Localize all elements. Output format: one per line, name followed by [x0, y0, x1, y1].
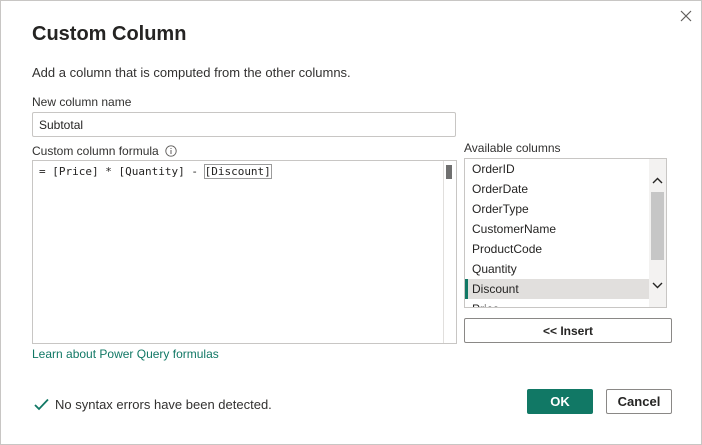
checkmark-icon: [34, 398, 49, 411]
formula-label-row: Custom column formula: [32, 144, 177, 160]
columns-scroll-thumb[interactable]: [651, 192, 664, 260]
info-icon[interactable]: [165, 145, 177, 160]
available-columns-list[interactable]: OrderID OrderDate OrderType CustomerName…: [464, 158, 667, 308]
insert-button[interactable]: << Insert: [464, 318, 672, 343]
column-item-ordertype[interactable]: OrderType: [465, 199, 649, 219]
close-icon: [680, 10, 692, 22]
new-column-name-input[interactable]: [32, 112, 456, 137]
column-item-discount[interactable]: Discount: [465, 279, 649, 299]
column-item-price[interactable]: Price: [465, 299, 649, 307]
new-column-name-label: New column name: [32, 95, 132, 109]
formula-scroll-thumb[interactable]: [446, 165, 452, 179]
syntax-status: No syntax errors have been detected.: [34, 397, 272, 412]
column-item-orderdate[interactable]: OrderDate: [465, 179, 649, 199]
scroll-up-button[interactable]: [649, 170, 666, 190]
dialog-title: Custom Column: [32, 23, 187, 45]
chevron-down-icon: [652, 282, 663, 288]
column-item-quantity[interactable]: Quantity: [465, 259, 649, 279]
column-item-orderid[interactable]: OrderID: [465, 159, 649, 179]
formula-editor[interactable]: = [Price] * [Quantity] - [Discount]: [32, 160, 457, 344]
learn-power-query-link[interactable]: Learn about Power Query formulas: [32, 347, 219, 361]
status-text: No syntax errors have been detected.: [55, 397, 272, 412]
formula-text-before: = [Price] * [Quantity] -: [39, 165, 205, 178]
available-columns-label: Available columns: [464, 141, 561, 155]
close-button[interactable]: [675, 6, 697, 26]
formula-text: = [Price] * [Quantity] - [Discount]: [39, 164, 272, 179]
formula-text-caret: [Discount]: [203, 164, 272, 179]
ok-button[interactable]: OK: [527, 389, 593, 414]
formula-label: Custom column formula: [32, 144, 159, 158]
dialog-description: Add a column that is computed from the o…: [32, 65, 351, 80]
column-item-customername[interactable]: CustomerName: [465, 219, 649, 239]
column-item-productcode[interactable]: ProductCode: [465, 239, 649, 259]
custom-column-dialog: Custom Column Add a column that is compu…: [0, 0, 702, 445]
cancel-button[interactable]: Cancel: [606, 389, 672, 414]
chevron-up-icon: [652, 177, 663, 183]
formula-scrollbar[interactable]: [443, 161, 456, 343]
columns-scrollbar[interactable]: [649, 159, 666, 307]
scroll-down-button[interactable]: [649, 275, 666, 295]
